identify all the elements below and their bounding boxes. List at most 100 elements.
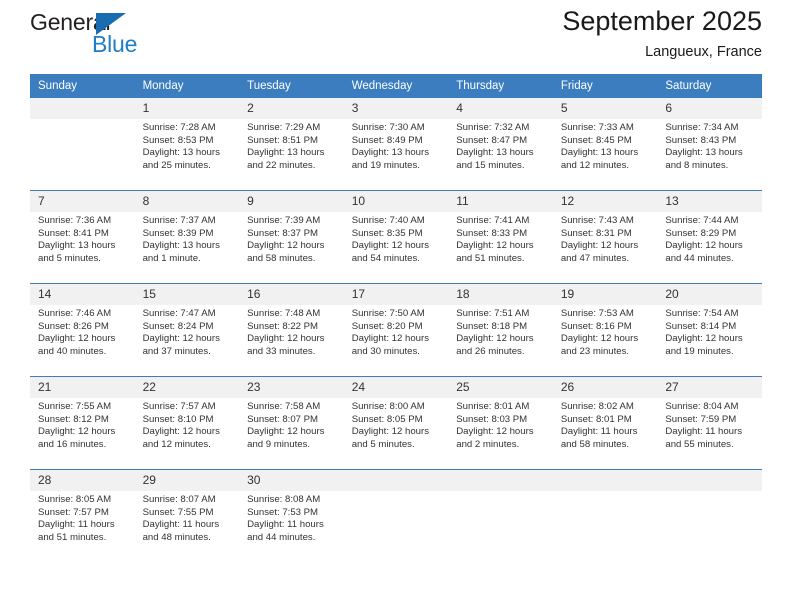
day-cell[interactable]: Sunrise: 7:47 AM Sunset: 8:24 PM Dayligh…	[134, 305, 240, 372]
day-cell[interactable]	[448, 491, 553, 558]
day-cell[interactable]: Sunrise: 7:50 AM Sunset: 8:20 PM Dayligh…	[343, 305, 449, 372]
day-number[interactable]: 26	[552, 377, 658, 398]
daylight-text-line2: and 51 minutes.	[38, 531, 107, 543]
sunrise-sunset-calendar: Sunday Monday Tuesday Wednesday Thursday…	[30, 74, 762, 558]
day-cell[interactable]: Sunrise: 7:33 AM Sunset: 8:45 PM Dayligh…	[552, 119, 658, 186]
day-number[interactable]: 27	[657, 377, 762, 398]
day-number[interactable]: 10	[343, 191, 449, 212]
day-number[interactable]: 14	[30, 284, 135, 305]
week-row-details: Sunrise: 7:36 AM Sunset: 8:41 PM Dayligh…	[30, 212, 762, 279]
day-number[interactable]: 9	[239, 191, 344, 212]
day-cell[interactable]: Sunrise: 7:37 AM Sunset: 8:39 PM Dayligh…	[134, 212, 240, 279]
day-number[interactable]: 7	[30, 191, 135, 212]
day-cell[interactable]: Sunrise: 7:36 AM Sunset: 8:41 PM Dayligh…	[30, 212, 135, 279]
day-cell[interactable]: Sunrise: 7:29 AM Sunset: 8:51 PM Dayligh…	[239, 119, 344, 186]
day-number[interactable]	[657, 470, 762, 491]
day-cell[interactable]: Sunrise: 8:02 AM Sunset: 8:01 PM Dayligh…	[552, 398, 658, 465]
daylight-text-line1: Daylight: 11 hours	[560, 426, 638, 438]
day-number[interactable]: 22	[134, 377, 240, 398]
day-cell[interactable]: Sunrise: 8:04 AM Sunset: 7:59 PM Dayligh…	[657, 398, 762, 465]
day-number[interactable]	[343, 470, 449, 491]
weekday-header-tuesday: Tuesday	[239, 74, 344, 98]
sunset-text: Sunset: 8:29 PM	[665, 227, 737, 239]
day-number[interactable]: 15	[134, 284, 240, 305]
day-number[interactable]: 17	[343, 284, 449, 305]
day-number[interactable]: 29	[134, 470, 240, 491]
day-cell[interactable]	[30, 119, 135, 186]
day-cell[interactable]: Sunrise: 7:32 AM Sunset: 8:47 PM Dayligh…	[448, 119, 553, 186]
week-row-details: Sunrise: 8:05 AM Sunset: 7:57 PM Dayligh…	[30, 491, 762, 558]
day-number[interactable]: 16	[239, 284, 344, 305]
daylight-text-line1: Daylight: 12 hours	[456, 426, 534, 438]
sunrise-text: Sunrise: 7:47 AM	[142, 308, 216, 319]
sunset-text: Sunset: 8:03 PM	[456, 413, 528, 425]
day-number[interactable]	[448, 470, 553, 491]
day-cell[interactable]: Sunrise: 8:07 AM Sunset: 7:55 PM Dayligh…	[134, 491, 240, 558]
day-number[interactable]: 19	[552, 284, 658, 305]
day-number[interactable]: 6	[657, 98, 762, 119]
day-cell[interactable]: Sunrise: 7:28 AM Sunset: 8:53 PM Dayligh…	[134, 119, 240, 186]
day-number[interactable]: 18	[448, 284, 553, 305]
day-number[interactable]: 30	[239, 470, 344, 491]
day-number[interactable]: 11	[448, 191, 553, 212]
day-cell[interactable]	[343, 491, 449, 558]
sunset-text: Sunset: 7:59 PM	[665, 413, 737, 425]
day-cell[interactable]: Sunrise: 7:30 AM Sunset: 8:49 PM Dayligh…	[343, 119, 449, 186]
day-number[interactable]	[552, 470, 658, 491]
page-header: General Blue September 2025 Langueux, Fr…	[30, 0, 762, 74]
day-number[interactable]: 23	[239, 377, 344, 398]
day-number[interactable]: 8	[134, 191, 240, 212]
weekday-header-monday: Monday	[134, 74, 240, 98]
day-cell[interactable]: Sunrise: 7:44 AM Sunset: 8:29 PM Dayligh…	[657, 212, 762, 279]
day-number[interactable]: 3	[343, 98, 449, 119]
day-cell[interactable]: Sunrise: 7:46 AM Sunset: 8:26 PM Dayligh…	[30, 305, 135, 372]
day-cell[interactable]: Sunrise: 7:54 AM Sunset: 8:14 PM Dayligh…	[657, 305, 762, 372]
day-cell[interactable]: Sunrise: 8:01 AM Sunset: 8:03 PM Dayligh…	[448, 398, 553, 465]
day-number[interactable]: 20	[657, 284, 762, 305]
day-cell[interactable]: Sunrise: 7:40 AM Sunset: 8:35 PM Dayligh…	[343, 212, 449, 279]
day-cell[interactable]	[552, 491, 658, 558]
daylight-text-line2: and 51 minutes.	[456, 252, 525, 264]
day-cell[interactable]: Sunrise: 7:57 AM Sunset: 8:10 PM Dayligh…	[134, 398, 240, 465]
day-cell[interactable]: Sunrise: 7:43 AM Sunset: 8:31 PM Dayligh…	[552, 212, 658, 279]
day-number[interactable]: 12	[552, 191, 658, 212]
day-cell[interactable]: Sunrise: 7:41 AM Sunset: 8:33 PM Dayligh…	[448, 212, 553, 279]
daylight-text-line1: Daylight: 12 hours	[247, 240, 325, 252]
sunrise-text: Sunrise: 7:43 AM	[560, 215, 634, 226]
day-cell[interactable]: Sunrise: 7:39 AM Sunset: 8:37 PM Dayligh…	[239, 212, 344, 279]
sunset-text: Sunset: 7:55 PM	[142, 506, 214, 518]
day-cell[interactable]: Sunrise: 7:53 AM Sunset: 8:16 PM Dayligh…	[552, 305, 658, 372]
day-number[interactable]: 24	[343, 377, 449, 398]
day-number[interactable]: 4	[448, 98, 553, 119]
day-cell[interactable]: Sunrise: 7:34 AM Sunset: 8:43 PM Dayligh…	[657, 119, 762, 186]
day-cell[interactable]: Sunrise: 7:55 AM Sunset: 8:12 PM Dayligh…	[30, 398, 135, 465]
day-cell[interactable]	[657, 491, 762, 558]
day-number[interactable]: 25	[448, 377, 553, 398]
daylight-text-line1: Daylight: 12 hours	[38, 426, 116, 438]
day-cell[interactable]: Sunrise: 8:08 AM Sunset: 7:53 PM Dayligh…	[239, 491, 344, 558]
day-number[interactable]: 28	[30, 470, 135, 491]
daylight-text-line2: and 8 minutes.	[665, 159, 729, 171]
day-cell[interactable]: Sunrise: 7:58 AM Sunset: 8:07 PM Dayligh…	[239, 398, 344, 465]
daylight-text-line2: and 37 minutes.	[142, 345, 211, 357]
week-row-daynumbers: 1 2 3 4 5 6	[30, 98, 762, 119]
sunset-text: Sunset: 8:26 PM	[38, 320, 109, 332]
day-number[interactable]: 2	[239, 98, 344, 119]
day-cell[interactable]: Sunrise: 7:48 AM Sunset: 8:22 PM Dayligh…	[239, 305, 344, 372]
day-number[interactable]: 1	[134, 98, 240, 119]
day-number[interactable]: 5	[552, 98, 658, 119]
daylight-text-line1: Daylight: 13 hours	[247, 147, 325, 159]
day-cell[interactable]: Sunrise: 8:05 AM Sunset: 7:57 PM Dayligh…	[30, 491, 135, 558]
day-number[interactable]	[30, 98, 135, 119]
daylight-text-line1: Daylight: 12 hours	[142, 426, 220, 438]
daylight-text-line2: and 54 minutes.	[351, 252, 420, 264]
day-cell[interactable]: Sunrise: 7:51 AM Sunset: 8:18 PM Dayligh…	[448, 305, 553, 372]
daylight-text-line1: Daylight: 11 hours	[247, 519, 324, 531]
daylight-text-line1: Daylight: 12 hours	[560, 240, 639, 252]
day-number[interactable]: 21	[30, 377, 135, 398]
weekday-header-friday: Friday	[552, 74, 658, 98]
day-cell[interactable]: Sunrise: 8:00 AM Sunset: 8:05 PM Dayligh…	[343, 398, 449, 465]
general-blue-logo[interactable]: General Blue	[30, 10, 240, 62]
sunrise-text: Sunrise: 7:32 AM	[456, 122, 530, 133]
day-number[interactable]: 13	[657, 191, 762, 212]
